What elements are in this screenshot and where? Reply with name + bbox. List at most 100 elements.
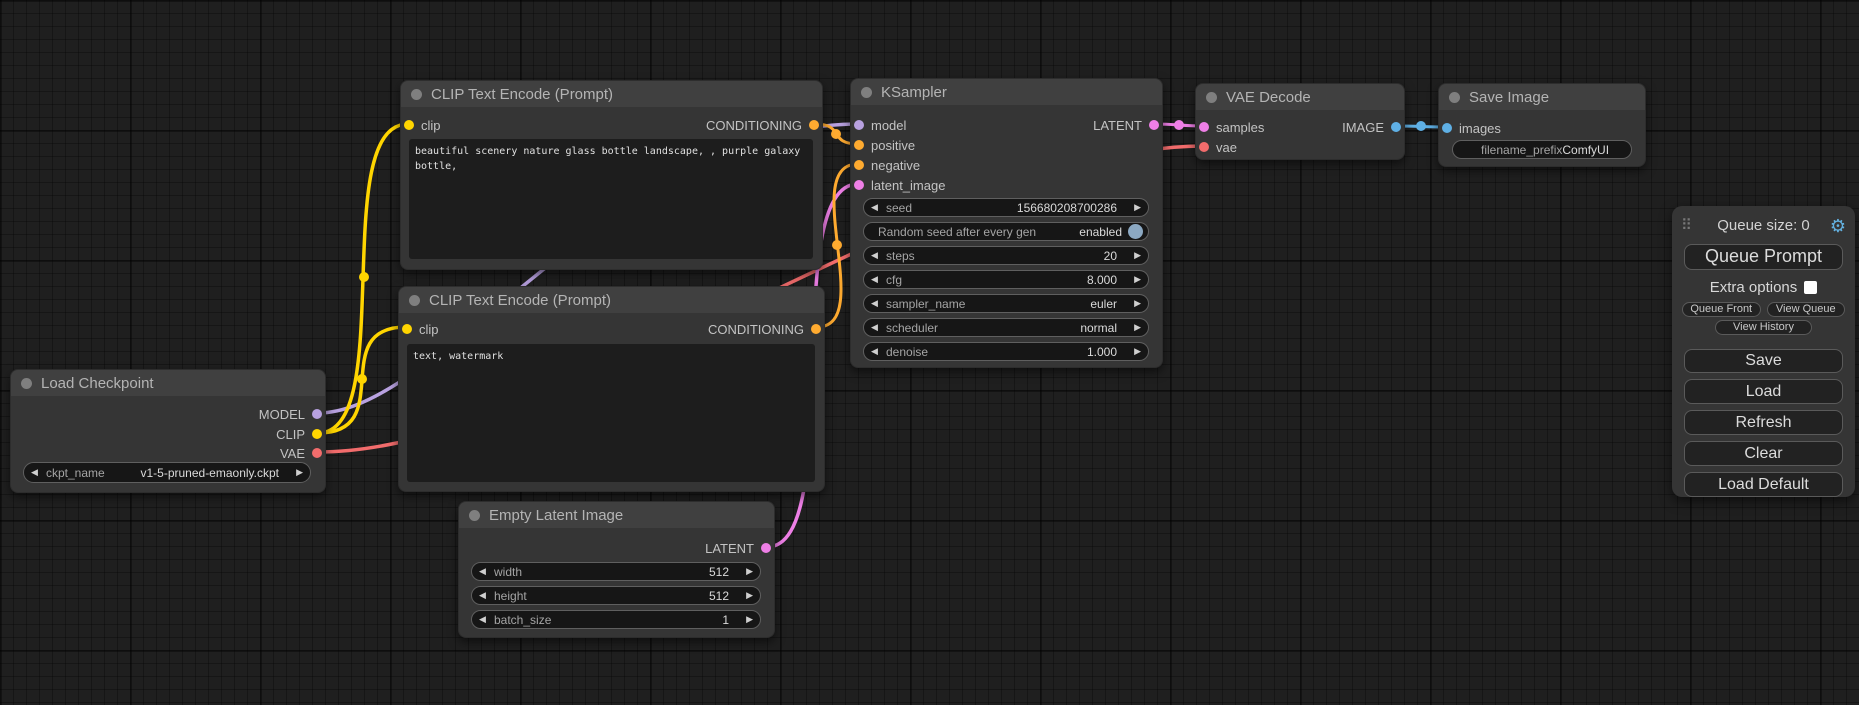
node-graph-canvas[interactable]: Load Checkpoint MODEL CLIP VAE ckpt_name…	[0, 0, 1859, 705]
image-slot-dot[interactable]	[1391, 122, 1401, 132]
clip-slot-dot[interactable]	[404, 120, 414, 130]
load-button[interactable]: Load	[1684, 379, 1843, 404]
conditioning-slot-dot[interactable]	[854, 160, 864, 170]
decrement-arrow-icon[interactable]	[871, 251, 886, 260]
input-slot-samples[interactable]: samples	[1199, 117, 1264, 137]
decrement-arrow-icon[interactable]	[871, 323, 886, 332]
collapse-dot-icon[interactable]	[21, 378, 32, 389]
node-title-bar[interactable]: CLIP Text Encode (Prompt)	[401, 81, 822, 107]
input-slot-clip[interactable]: clip	[402, 319, 439, 339]
vae-slot-dot[interactable]	[312, 448, 322, 458]
extra-options-checkbox[interactable]	[1804, 281, 1817, 294]
save-button[interactable]: Save	[1684, 349, 1843, 374]
vae-slot-dot[interactable]	[1199, 142, 1209, 152]
node-title-bar[interactable]: VAE Decode	[1196, 84, 1404, 110]
collapse-dot-icon[interactable]	[1206, 92, 1217, 103]
random-seed-widget[interactable]: Random seed after every gen enabled	[863, 222, 1149, 241]
sampler-name-widget[interactable]: sampler_name euler	[863, 294, 1149, 313]
model-slot-dot[interactable]	[854, 120, 864, 130]
node-clip-text-encode-positive[interactable]: CLIP Text Encode (Prompt) clip CONDITION…	[400, 80, 823, 270]
decrement-arrow-icon[interactable]	[479, 615, 494, 624]
decrement-arrow-icon[interactable]	[871, 203, 886, 212]
input-slot-latent-image[interactable]: latent_image	[854, 175, 945, 195]
node-title-bar[interactable]: CLIP Text Encode (Prompt)	[399, 287, 824, 313]
latent-slot-dot[interactable]	[1149, 120, 1159, 130]
node-title-bar[interactable]: Save Image	[1439, 84, 1645, 110]
increment-arrow-icon[interactable]	[1126, 251, 1141, 260]
denoise-widget[interactable]: denoise 1.000	[863, 342, 1149, 361]
link-dot-negative[interactable]	[832, 240, 842, 250]
output-slot-image[interactable]: IMAGE	[1342, 117, 1401, 137]
model-slot-dot[interactable]	[312, 409, 322, 419]
link-dot-samples[interactable]	[1174, 120, 1184, 130]
collapse-dot-icon[interactable]	[409, 295, 420, 306]
increment-arrow-icon[interactable]	[738, 567, 753, 576]
queue-prompt-button[interactable]: Queue Prompt	[1684, 244, 1843, 270]
link-dot-clip-negative[interactable]	[357, 374, 367, 384]
increment-arrow-icon[interactable]	[1126, 275, 1141, 284]
filename-prefix-widget[interactable]: filename_prefix ComfyUI	[1452, 140, 1632, 159]
image-slot-dot[interactable]	[1442, 123, 1452, 133]
decrement-arrow-icon[interactable]	[871, 275, 886, 284]
cfg-widget[interactable]: cfg 8.000	[863, 270, 1149, 289]
input-slot-positive[interactable]: positive	[854, 135, 915, 155]
input-slot-clip[interactable]: clip	[404, 115, 441, 135]
width-widget[interactable]: width 512	[471, 562, 761, 581]
node-title-bar[interactable]: Empty Latent Image	[459, 502, 774, 528]
output-slot-latent[interactable]: LATENT	[705, 538, 771, 558]
node-clip-text-encode-negative[interactable]: CLIP Text Encode (Prompt) clip CONDITION…	[398, 286, 825, 492]
decrement-arrow-icon[interactable]	[479, 567, 494, 576]
increment-arrow-icon[interactable]	[1126, 299, 1141, 308]
output-slot-vae[interactable]: VAE	[280, 443, 322, 463]
increment-arrow-icon[interactable]	[288, 468, 303, 477]
node-load-checkpoint[interactable]: Load Checkpoint MODEL CLIP VAE ckpt_name…	[10, 369, 326, 493]
increment-arrow-icon[interactable]	[738, 615, 753, 624]
input-slot-vae[interactable]: vae	[1199, 137, 1237, 157]
view-history-button[interactable]: View History	[1715, 320, 1812, 335]
node-save-image[interactable]: Save Image images filename_prefix ComfyU…	[1438, 83, 1646, 167]
node-title-bar[interactable]: Load Checkpoint	[11, 370, 325, 396]
ckpt-name-widget[interactable]: ckpt_name v1-5-pruned-emaonly.ckpt	[23, 462, 311, 483]
output-slot-conditioning[interactable]: CONDITIONING	[708, 319, 821, 339]
output-slot-latent[interactable]: LATENT	[1093, 115, 1159, 135]
drag-handle-icon[interactable]	[1681, 216, 1692, 236]
view-queue-button[interactable]: View Queue	[1767, 302, 1846, 317]
output-slot-model[interactable]: MODEL	[259, 404, 322, 424]
batch-size-widget[interactable]: batch_size 1	[471, 610, 761, 629]
conditioning-slot-dot[interactable]	[809, 120, 819, 130]
link-dot-clip-positive[interactable]	[359, 272, 369, 282]
input-slot-images[interactable]: images	[1442, 118, 1501, 138]
node-ksampler[interactable]: KSampler model positive negative latent_…	[850, 78, 1163, 368]
decrement-arrow-icon[interactable]	[479, 591, 494, 600]
output-slot-clip[interactable]: CLIP	[276, 424, 322, 444]
link-dot-images[interactable]	[1416, 121, 1426, 131]
decrement-arrow-icon[interactable]	[871, 299, 886, 308]
increment-arrow-icon[interactable]	[738, 591, 753, 600]
steps-widget[interactable]: steps 20	[863, 246, 1149, 265]
collapse-dot-icon[interactable]	[411, 89, 422, 100]
link-dot-positive[interactable]	[831, 129, 841, 139]
input-slot-model[interactable]: model	[854, 115, 906, 135]
node-empty-latent-image[interactable]: Empty Latent Image LATENT width 512 heig…	[458, 501, 775, 638]
output-slot-conditioning[interactable]: CONDITIONING	[706, 115, 819, 135]
queue-front-button[interactable]: Queue Front	[1682, 302, 1761, 317]
latent-slot-dot[interactable]	[854, 180, 864, 190]
decrement-arrow-icon[interactable]	[871, 347, 886, 356]
height-widget[interactable]: height 512	[471, 586, 761, 605]
conditioning-slot-dot[interactable]	[811, 324, 821, 334]
latent-slot-dot[interactable]	[761, 543, 771, 553]
clear-button[interactable]: Clear	[1684, 441, 1843, 466]
clip-slot-dot[interactable]	[312, 429, 322, 439]
prompt-textarea[interactable]: beautiful scenery nature glass bottle la…	[409, 139, 813, 259]
scheduler-widget[interactable]: scheduler normal	[863, 318, 1149, 337]
node-title-bar[interactable]: KSampler	[851, 79, 1162, 105]
settings-gear-icon[interactable]	[1830, 216, 1846, 236]
increment-arrow-icon[interactable]	[1126, 347, 1141, 356]
toggle-icon[interactable]	[1128, 224, 1143, 239]
refresh-button[interactable]: Refresh	[1684, 410, 1843, 435]
seed-widget[interactable]: seed 156680208700286	[863, 198, 1149, 217]
increment-arrow-icon[interactable]	[1126, 323, 1141, 332]
collapse-dot-icon[interactable]	[1449, 92, 1460, 103]
prompt-textarea[interactable]: text, watermark	[407, 344, 815, 482]
input-slot-negative[interactable]: negative	[854, 155, 920, 175]
